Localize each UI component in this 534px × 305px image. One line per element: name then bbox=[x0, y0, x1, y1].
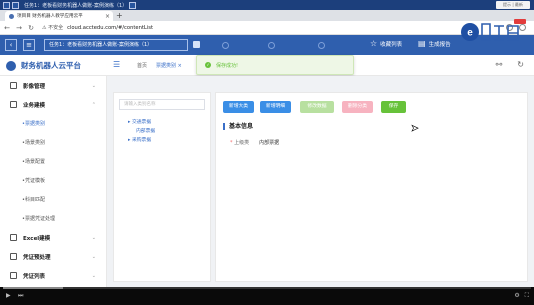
sidebar-subitem-voucher-template[interactable]: • 凭证模板 bbox=[0, 171, 106, 190]
progress-fill bbox=[3, 287, 63, 289]
chevron-down-icon: ⌄ bbox=[91, 82, 96, 89]
main-content: 请输入类别名称 ▸ 交通票据 内部票据 ▸ 采购票据 新增大类 新增明细 修改数… bbox=[107, 76, 534, 287]
app-tool-icon[interactable] bbox=[318, 42, 325, 49]
preprocess-icon bbox=[10, 253, 17, 260]
player-corner-tag: 提示 | 最新 bbox=[496, 1, 530, 9]
player-title-bar: 任务1：老板看财务机器人做账-案例演练（1） 提示 | 最新 bbox=[0, 0, 534, 10]
browser-tab-strip: 项目目 财务机器人教学应用云平 × + bbox=[0, 10, 534, 21]
breadcrumb: 首页 票据类别 × bbox=[137, 62, 182, 69]
report-icon: ▤ bbox=[418, 39, 426, 48]
sidebar-item-voucher-preprocess[interactable]: 凭证预处理 ⌄ bbox=[0, 247, 106, 266]
close-tag-icon[interactable]: × bbox=[178, 63, 182, 69]
edit-data-button[interactable]: 修改数据 bbox=[300, 101, 334, 113]
sidebar-subitem-account-match[interactable]: • 科目匹配 bbox=[0, 190, 106, 209]
app-task-tab[interactable]: 任务1：老板看财务机器人做账-案例演练（1） bbox=[44, 39, 188, 51]
refresh-icon[interactable]: ↻ bbox=[517, 60, 524, 69]
generate-report-link[interactable]: ▤ 生成报告 bbox=[418, 39, 451, 48]
chevron-down-icon: ⌄ bbox=[91, 234, 96, 241]
security-label[interactable]: ⚠ 不安全 bbox=[42, 24, 63, 31]
section-title: 基本信息 bbox=[223, 123, 253, 130]
favicon-icon bbox=[9, 13, 14, 19]
chevron-down-icon: ⌄ bbox=[91, 272, 96, 279]
app-toggle-icon[interactable] bbox=[193, 41, 200, 48]
delete-category-button[interactable]: 删除分类 bbox=[342, 101, 373, 113]
back-arrow-icon[interactable]: ← bbox=[2, 24, 12, 32]
tab-close-icon[interactable]: × bbox=[105, 13, 113, 20]
mouse-cursor-icon: ➤ bbox=[411, 124, 419, 135]
app-top-bar: ‹ ≡ 任务1：老板看财务机器人做账-案例演练（1） ☆ 收藏列表 ▤ 生成报告 bbox=[0, 35, 534, 55]
warning-icon: ⚠ bbox=[42, 25, 47, 31]
add-category-button[interactable]: 新增大类 bbox=[223, 101, 254, 113]
collapse-menu-icon[interactable]: ☰ bbox=[113, 61, 120, 69]
next-icon[interactable]: ⏭ bbox=[18, 292, 23, 300]
parent-category-value[interactable]: 内部票据 bbox=[259, 139, 279, 146]
chevron-down-icon: ⌄ bbox=[91, 253, 96, 260]
settings-icon[interactable]: ⚙ bbox=[514, 292, 519, 300]
app-tool-icon[interactable] bbox=[268, 42, 275, 49]
sidebar-subitem-scene-category[interactable]: • 场景类别 bbox=[0, 133, 106, 152]
player-menu-button[interactable] bbox=[12, 1, 19, 9]
new-tab-button[interactable]: + bbox=[116, 11, 123, 20]
tree-node-purchase[interactable]: ▸ 采购票据 bbox=[128, 136, 151, 143]
breadcrumb-home[interactable]: 首页 bbox=[137, 62, 147, 69]
chevron-up-icon: ⌃ bbox=[91, 101, 96, 108]
play-icon[interactable]: ▶ bbox=[6, 292, 11, 299]
browser-tab[interactable]: 项目目 财务机器人教学应用云平 × bbox=[5, 11, 113, 21]
favorites-link[interactable]: ☆ 收藏列表 bbox=[370, 39, 402, 48]
breadcrumb-current[interactable]: 票据类别 × bbox=[156, 62, 182, 69]
brand-logo-icon bbox=[6, 60, 16, 71]
category-tree-panel: 请输入类别名称 ▸ 交通票据 内部票据 ▸ 采购票据 bbox=[113, 92, 211, 282]
reload-icon[interactable]: ↻ bbox=[26, 24, 36, 32]
add-detail-button[interactable]: 新增明细 bbox=[260, 101, 291, 113]
model-icon bbox=[10, 101, 17, 108]
required-mark: * bbox=[230, 140, 233, 146]
sidebar-subitem-bill-voucher[interactable]: • 票据凭证处理 bbox=[0, 209, 106, 228]
excel-icon bbox=[10, 234, 17, 241]
tree-node-internal[interactable]: 内部票据 bbox=[136, 127, 155, 134]
sidebar-item-voucher-list[interactable]: 凭证列表 ⌄ bbox=[0, 266, 106, 285]
app-prev-button[interactable]: ‹ bbox=[5, 39, 17, 51]
sidebar-item-image-management[interactable]: 影像管理 ⌄ bbox=[0, 76, 106, 95]
url-field[interactable]: cloud.acctedu.com/#/contentList bbox=[67, 25, 153, 31]
sidebar-item-business-modeling[interactable]: 业务建模 ⌃ bbox=[0, 95, 106, 114]
image-icon bbox=[10, 82, 17, 89]
success-toast: ✓ 保存成功! bbox=[196, 55, 354, 75]
brand: 财务机器人云平台 bbox=[6, 60, 81, 71]
sidebar-subitem-bill-category[interactable]: • 票据类别 bbox=[0, 114, 106, 133]
parent-category-field: * 上级类 内部票据 bbox=[230, 139, 279, 146]
player-expand-button[interactable] bbox=[129, 1, 137, 9]
svg-text:e: e bbox=[467, 28, 473, 39]
category-search-input[interactable]: 请输入类别名称 bbox=[119, 99, 205, 110]
star-icon: ☆ bbox=[370, 39, 378, 48]
form-panel: 新增大类 新增明细 修改数据 删除分类 保存 基本信息 * 上级类 内部票据 ➤ bbox=[215, 92, 528, 282]
link-icon[interactable]: ⚯ bbox=[496, 60, 503, 69]
video-player-controls: ▶ ⏭ ⚙ ⛶ bbox=[0, 287, 534, 305]
check-icon: ✓ bbox=[205, 62, 211, 68]
tree-node-transport[interactable]: ▸ 交通票据 bbox=[128, 118, 151, 125]
forward-arrow-icon[interactable]: → bbox=[14, 24, 24, 32]
app-tool-icon[interactable] bbox=[222, 42, 229, 49]
app-menu-button[interactable]: ≡ bbox=[23, 39, 35, 51]
address-bar: ← → ↻ ⚠ 不安全 cloud.acctedu.com/#/contentL… bbox=[0, 21, 534, 35]
player-title: 任务1：老板看财务机器人做账-案例演练（1） bbox=[24, 2, 128, 9]
toast-message: 保存成功! bbox=[216, 62, 239, 69]
save-button[interactable]: 保存 bbox=[381, 101, 406, 113]
player-back-button[interactable] bbox=[3, 1, 10, 9]
field-label: * 上级类 bbox=[230, 140, 250, 146]
watermark-logo: e bbox=[461, 19, 526, 41]
brand-name: 财务机器人云平台 bbox=[21, 61, 81, 70]
browser-tab-title: 项目目 财务机器人教学应用云平 bbox=[17, 14, 83, 19]
sidebar: 影像管理 ⌄ 业务建模 ⌃ • 票据类别 • 场景类别 • 场景配置 • 凭证模… bbox=[0, 76, 107, 287]
progress-track[interactable] bbox=[3, 287, 531, 289]
sidebar-subitem-scene-config[interactable]: • 场景配置 bbox=[0, 152, 106, 171]
fullscreen-icon[interactable]: ⛶ bbox=[525, 292, 529, 300]
list-icon bbox=[10, 272, 17, 279]
sidebar-item-excel-modeling[interactable]: Excel建模 ⌄ bbox=[0, 228, 106, 247]
